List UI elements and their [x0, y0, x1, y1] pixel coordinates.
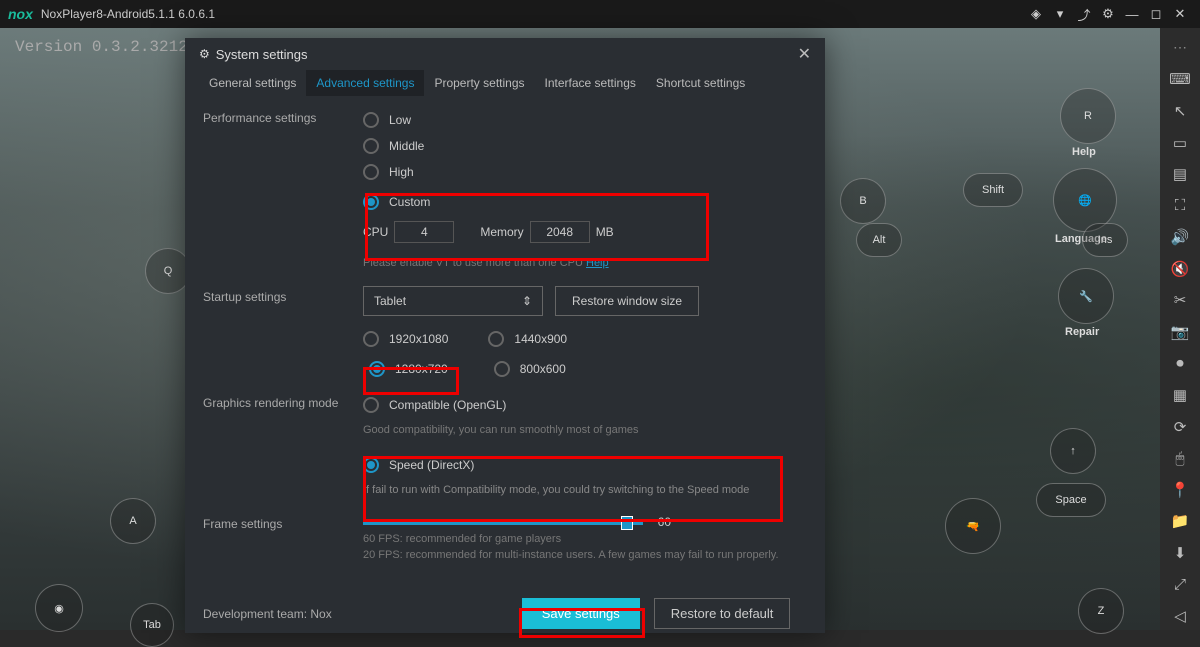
keyboard-icon[interactable]: ⌨: [1166, 66, 1194, 94]
close-button[interactable]: ✕: [1168, 2, 1192, 26]
radio-high[interactable]: High: [363, 159, 807, 185]
save-button[interactable]: Save settings: [522, 598, 640, 629]
dev-team: Development team: Nox: [203, 607, 332, 621]
wrench-icon[interactable]: 🔧: [1058, 268, 1114, 324]
device-select[interactable]: Tablet⇕: [363, 286, 543, 316]
mem-label: Memory: [480, 225, 523, 239]
startup-label: Startup settings: [203, 286, 363, 382]
radio-800[interactable]: 800x600: [494, 356, 566, 382]
minimize-button[interactable]: —: [1120, 2, 1144, 26]
gfx-label: Graphics rendering mode: [203, 392, 363, 505]
chevron-down-icon[interactable]: ▾: [1048, 2, 1072, 26]
record-icon[interactable]: ⏺: [1166, 350, 1194, 378]
cpu-input[interactable]: [394, 221, 454, 243]
right-toolbar: ⋯ ⌨ ↖ ▭ ▤ ⛶ 🔊 🔇 ✂ 📷 ⏺ ▦ ⟳ 🖱 📍 📁 ⬇ ⤢ ◁: [1160, 28, 1200, 630]
cursor-icon[interactable]: ↖: [1166, 97, 1194, 125]
help-label: Help: [1072, 146, 1096, 158]
key-space[interactable]: Space: [1036, 483, 1106, 517]
perf-label: Performance settings: [203, 107, 363, 272]
radio-custom[interactable]: Custom: [363, 189, 807, 215]
game-version: Version 0.3.2.3212: [15, 38, 188, 56]
chevron-updown-icon: ⇕: [522, 294, 532, 308]
radio-low[interactable]: Low: [363, 107, 807, 133]
fps-slider[interactable]: 60: [363, 521, 643, 525]
mute-icon[interactable]: 🔇: [1166, 255, 1194, 283]
menu-icon[interactable]: ⋯: [1166, 34, 1194, 62]
nox-logo: nox: [8, 6, 33, 22]
mb-label: MB: [596, 225, 614, 239]
key-tab[interactable]: Tab: [130, 603, 174, 647]
share-icon[interactable]: ⤴: [1072, 2, 1096, 26]
mem-input[interactable]: [530, 221, 590, 243]
engine-icon[interactable]: ◉: [35, 584, 83, 632]
radio-compatible[interactable]: Compatible (OpenGL): [363, 392, 807, 418]
key-ins[interactable]: Ins: [1082, 223, 1128, 257]
compat-hint: Good compatibility, you can run smoothly…: [363, 422, 807, 439]
close-icon[interactable]: ✕: [798, 44, 811, 64]
key-b[interactable]: B: [840, 178, 886, 224]
dialog-title: System settings: [216, 47, 308, 62]
back-icon[interactable]: ◁: [1166, 602, 1194, 630]
key-r[interactable]: R: [1060, 88, 1116, 144]
radio-speed[interactable]: Speed (DirectX): [363, 452, 807, 478]
tab-bar: General settings Advanced settings Prope…: [185, 70, 825, 97]
speed-hint: If fail to run with Compatibility mode, …: [363, 482, 807, 499]
settings-dialog: ⚙ System settings ✕ General settings Adv…: [185, 38, 825, 633]
tab-property[interactable]: Property settings: [424, 70, 534, 96]
camera-icon[interactable]: 📷: [1166, 318, 1194, 346]
tab-advanced[interactable]: Advanced settings: [306, 70, 424, 96]
title-bar: nox NoxPlayer8-Android5.1.1 6.0.6.1 ◈ ▾ …: [0, 0, 1200, 28]
key-shift[interactable]: Shift: [963, 173, 1023, 207]
gear-icon: ⚙: [199, 47, 210, 61]
vt-hint: Please enable VT to use more than one CP…: [363, 255, 807, 272]
rotate-icon[interactable]: ⟳: [1166, 413, 1194, 441]
fullscreen-icon[interactable]: ⛶: [1166, 192, 1194, 220]
app-title: NoxPlayer8-Android5.1.1 6.0.6.1: [41, 7, 215, 21]
radio-1440[interactable]: 1440x900: [488, 326, 567, 352]
shirt-icon[interactable]: ◈: [1024, 2, 1048, 26]
gun-icon[interactable]: 🔫: [945, 498, 1001, 554]
cpu-label: CPU: [363, 225, 388, 239]
frame-label: Frame settings: [203, 513, 363, 564]
repair-label: Repair: [1065, 326, 1099, 338]
folder-icon[interactable]: 📁: [1166, 508, 1194, 536]
mouse-icon[interactable]: 🖱: [1166, 445, 1194, 473]
gear-icon[interactable]: ⚙: [1096, 2, 1120, 26]
radio-1280[interactable]: 1280x720: [363, 356, 454, 382]
key-z[interactable]: Z: [1078, 588, 1124, 634]
key-alt[interactable]: Alt: [856, 223, 902, 257]
grid-icon[interactable]: ▦: [1166, 381, 1194, 409]
key-a[interactable]: A: [110, 498, 156, 544]
radio-1920[interactable]: 1920x1080: [363, 326, 448, 352]
radio-middle[interactable]: Middle: [363, 133, 807, 159]
location-icon[interactable]: 📍: [1166, 476, 1194, 504]
dialog-header: ⚙ System settings ✕: [185, 38, 825, 70]
tab-shortcut[interactable]: Shortcut settings: [646, 70, 755, 96]
expand-icon[interactable]: ⤢: [1166, 571, 1194, 599]
restore-default-button[interactable]: Restore to default: [654, 598, 791, 629]
tab-interface[interactable]: Interface settings: [535, 70, 646, 96]
restore-window-button[interactable]: Restore window size: [555, 286, 699, 316]
vt-help-link[interactable]: Help: [586, 257, 609, 269]
fps-hint: 60 FPS: recommended for game players 20 …: [363, 531, 807, 564]
window-icon[interactable]: ▭: [1166, 129, 1194, 157]
apk-icon[interactable]: ⬇: [1166, 539, 1194, 567]
layers-icon[interactable]: ▤: [1166, 160, 1194, 188]
maximize-button[interactable]: ◻: [1144, 2, 1168, 26]
tab-general[interactable]: General settings: [199, 70, 306, 96]
scissors-icon[interactable]: ✂: [1166, 287, 1194, 315]
volume-icon[interactable]: 🔊: [1166, 223, 1194, 251]
arrow-up-icon[interactable]: ↑: [1050, 428, 1096, 474]
